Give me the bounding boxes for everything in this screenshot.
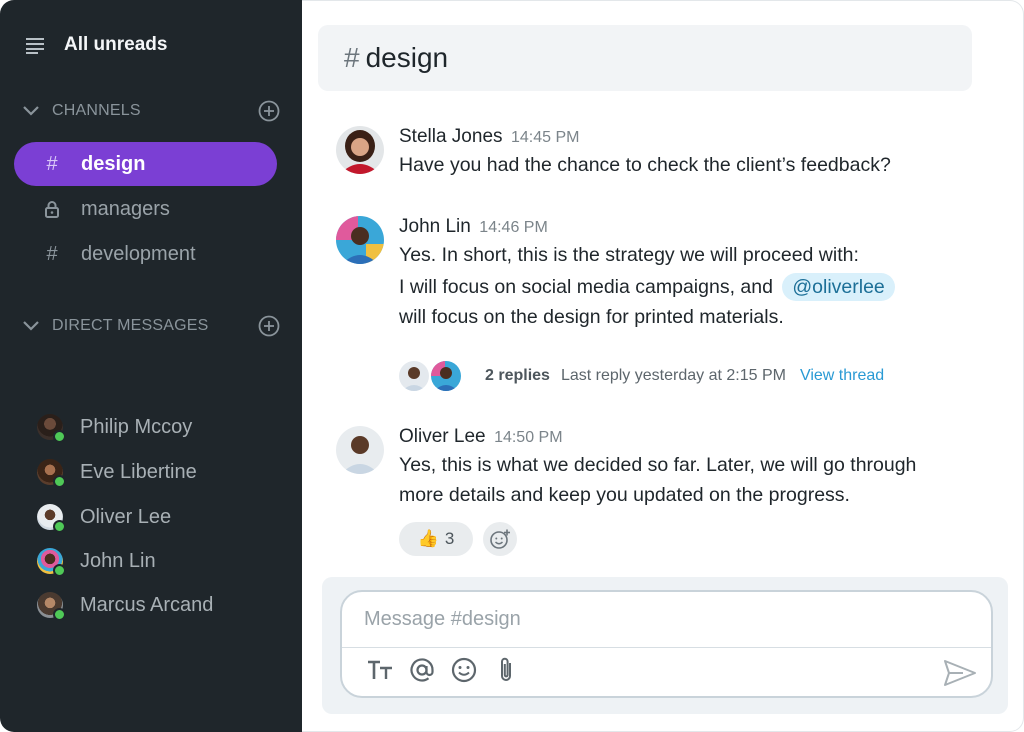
thread-last-reply: Last reply yesterday at 2:15 PM bbox=[560, 367, 786, 384]
reaction-thumbs-up[interactable]: 👍 3 bbox=[399, 522, 473, 556]
add-reaction-button[interactable] bbox=[483, 522, 517, 556]
message-meta: Stella Jones 14:45 PM bbox=[399, 126, 579, 148]
channel-item-managers[interactable]: managers bbox=[14, 187, 277, 231]
message-author[interactable]: John Lin bbox=[399, 216, 471, 237]
message-text: Yes. In short, this is the strategy we w… bbox=[399, 244, 859, 266]
dm-name: John Lin bbox=[80, 549, 156, 572]
dm-name: Philip Mccoy bbox=[80, 415, 193, 438]
reactions-bar: 👍 3 bbox=[399, 522, 517, 556]
message-composer bbox=[340, 590, 993, 698]
dm-name: Marcus Arcand bbox=[80, 593, 214, 616]
dm-item-marcus-arcand[interactable]: Marcus Arcand bbox=[37, 588, 213, 622]
channels-heading: CHANNELS bbox=[52, 102, 141, 119]
mention-icon[interactable] bbox=[408, 656, 436, 684]
avatar[interactable] bbox=[336, 216, 384, 264]
send-icon bbox=[944, 660, 976, 686]
message-text: will focus on the design for printed mat… bbox=[399, 306, 784, 328]
avatar bbox=[37, 459, 66, 488]
online-status-dot bbox=[53, 520, 66, 533]
add-channel-icon[interactable] bbox=[258, 100, 280, 122]
message-text: Have you had the chance to check the cli… bbox=[399, 154, 891, 176]
message-text-line: I will focus on social media campaigns, … bbox=[399, 273, 895, 301]
composer-toolbar bbox=[366, 656, 534, 684]
message-input[interactable] bbox=[342, 592, 991, 648]
chevron-down-icon[interactable] bbox=[22, 320, 40, 332]
channels-section-header[interactable]: CHANNELS bbox=[22, 98, 280, 124]
channel-name: design bbox=[81, 152, 146, 175]
channel-item-design[interactable]: # design bbox=[14, 142, 277, 186]
main-panel: # design Stella Jones 14:45 PM Have you … bbox=[302, 0, 1024, 732]
message-time: 14:46 PM bbox=[479, 219, 548, 236]
avatar[interactable] bbox=[336, 126, 384, 174]
view-thread-link[interactable]: View thread bbox=[800, 367, 884, 385]
text-format-icon[interactable] bbox=[366, 656, 394, 684]
thread-summary[interactable]: 2 replies Last reply yesterday at 2:15 P… bbox=[399, 360, 884, 392]
send-button[interactable] bbox=[943, 658, 977, 688]
sidebar: All unreads CHANNELS # design managers #… bbox=[0, 0, 302, 732]
avatar bbox=[37, 592, 66, 621]
channel-name: development bbox=[81, 242, 196, 265]
avatar bbox=[37, 414, 66, 443]
message-time: 14:45 PM bbox=[510, 129, 580, 146]
direct-messages-heading: DIRECT MESSAGES bbox=[52, 317, 209, 334]
all-unreads-item[interactable]: All unreads bbox=[24, 30, 167, 60]
dm-name: Oliver Lee bbox=[80, 505, 172, 528]
hash-icon: # bbox=[46, 242, 58, 265]
channel-name: managers bbox=[81, 197, 170, 220]
all-unreads-label: All unreads bbox=[64, 34, 168, 55]
direct-messages-section-header[interactable]: DIRECT MESSAGES bbox=[22, 313, 280, 339]
message-text: more details and keep you updated on the… bbox=[399, 484, 850, 506]
online-status-dot bbox=[53, 475, 66, 488]
dm-item-eve-libertine[interactable]: Eve Libertine bbox=[37, 455, 197, 489]
reaction-count: 3 bbox=[444, 529, 455, 548]
avatar bbox=[431, 361, 461, 391]
channel-title: design bbox=[365, 42, 449, 73]
message-time: 14:50 PM bbox=[494, 429, 563, 446]
list-icon bbox=[26, 38, 44, 54]
avatar bbox=[37, 548, 66, 577]
online-status-dot bbox=[53, 608, 66, 621]
dm-item-oliver-lee[interactable]: Oliver Lee bbox=[37, 500, 171, 534]
thumbs-up-icon: 👍 bbox=[417, 529, 439, 548]
chevron-down-icon[interactable] bbox=[22, 105, 40, 117]
chat-app: All unreads CHANNELS # design managers #… bbox=[0, 0, 1024, 732]
online-status-dot bbox=[53, 564, 66, 577]
emoji-icon[interactable] bbox=[450, 656, 478, 684]
composer-area bbox=[322, 577, 1008, 714]
online-status-dot bbox=[53, 430, 66, 443]
avatar bbox=[399, 361, 429, 391]
avatar bbox=[37, 504, 66, 533]
message-meta: Oliver Lee 14:50 PM bbox=[399, 426, 563, 448]
dm-name: Eve Libertine bbox=[80, 460, 197, 483]
message-meta: John Lin 14:46 PM bbox=[399, 216, 548, 238]
hash-icon: # bbox=[344, 42, 360, 73]
thread-reply-count: 2 replies bbox=[485, 367, 550, 384]
add-direct-message-icon[interactable] bbox=[258, 315, 280, 337]
dm-item-philip-mccoy[interactable]: Philip Mccoy bbox=[37, 410, 192, 444]
message-author[interactable]: Stella Jones bbox=[399, 126, 503, 147]
avatar[interactable] bbox=[336, 426, 384, 474]
message-text: I will focus on social media campaigns, … bbox=[399, 276, 773, 298]
dm-item-john-lin[interactable]: John Lin bbox=[37, 544, 156, 578]
message-author[interactable]: Oliver Lee bbox=[399, 426, 486, 447]
message-text: Yes, this is what we decided so far. Lat… bbox=[399, 454, 917, 476]
add-emoji-icon bbox=[490, 529, 510, 549]
attachment-icon[interactable] bbox=[492, 656, 520, 684]
channel-item-development[interactable]: # development bbox=[14, 232, 277, 276]
mention-tag[interactable]: @oliverlee bbox=[782, 273, 895, 301]
lock-icon bbox=[45, 201, 59, 218]
channel-header: # design bbox=[318, 25, 972, 91]
hash-icon: # bbox=[46, 152, 58, 175]
